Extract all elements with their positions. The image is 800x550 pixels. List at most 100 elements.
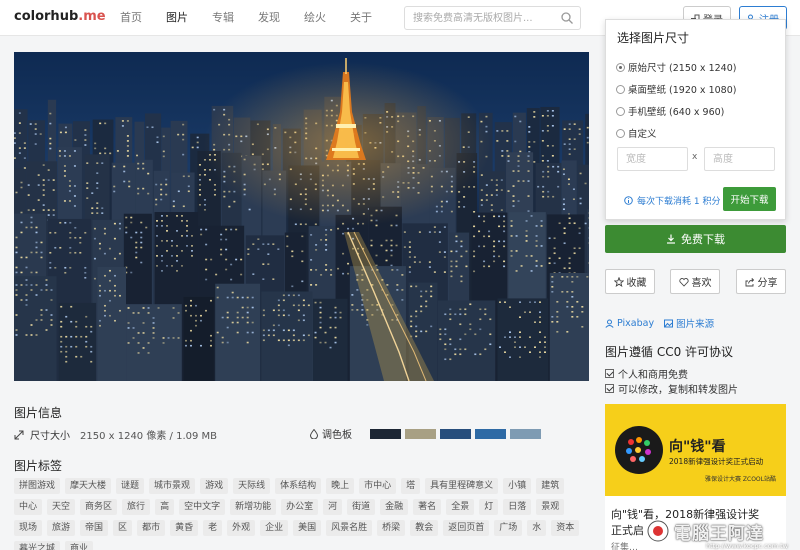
tag-item[interactable]: 体系结构 (275, 478, 322, 494)
nav-about[interactable]: 关于 (338, 0, 384, 36)
tag-item[interactable]: 塔 (401, 478, 421, 494)
author-link[interactable]: Pixabay (605, 316, 654, 330)
tag-item[interactable]: 黄昏 (170, 520, 199, 536)
tag-item[interactable]: 谜题 (116, 478, 145, 494)
radio-desktop[interactable] (616, 84, 625, 94)
search-input[interactable] (405, 7, 555, 29)
nav-albums[interactable]: 专辑 (200, 0, 246, 36)
tag-item[interactable]: 全景 (446, 499, 475, 515)
radio-custom[interactable] (616, 128, 625, 138)
palette-swatch[interactable] (440, 428, 471, 439)
size-option-mobile[interactable]: 手机壁纸 (640 x 960) (616, 104, 724, 118)
tag-item[interactable]: 天际线 (233, 478, 271, 494)
size-option-custom[interactable]: 自定义 (616, 126, 657, 140)
tag-item[interactable]: 金融 (380, 499, 409, 515)
width-input[interactable] (617, 147, 688, 171)
drop-icon (310, 428, 318, 439)
start-download-button[interactable]: 开始下载 (723, 187, 776, 211)
tag-item[interactable]: 返回页首 (443, 520, 490, 536)
dimension-separator: x (692, 152, 698, 162)
tag-item[interactable]: 摩天大楼 (65, 478, 112, 494)
tag-item[interactable]: 灯 (479, 499, 499, 515)
check-icon (605, 369, 614, 378)
tag-item[interactable]: 现场 (14, 520, 43, 536)
tag-item[interactable]: 企业 (260, 520, 289, 536)
credit-links: Pixabay 图片来源 (605, 316, 714, 330)
collect-button[interactable]: 收藏 (605, 269, 655, 294)
nav-images[interactable]: 图片 (154, 0, 200, 36)
tag-item[interactable]: 高 (155, 499, 175, 515)
tag-item[interactable]: 资本 (551, 520, 580, 536)
tags-title: 图片标签 (14, 459, 63, 473)
share-icon (745, 277, 754, 286)
tag-item[interactable]: 拼图游戏 (14, 478, 61, 494)
tag-item[interactable]: 广场 (494, 520, 523, 536)
tag-item[interactable]: 日落 (503, 499, 532, 515)
tag-item[interactable]: 风景名胜 (326, 520, 373, 536)
tag-item[interactable]: 著名 (413, 499, 442, 515)
tag-item[interactable]: 暮光之城 (14, 541, 61, 550)
info-icon (624, 196, 633, 205)
image-info-title: 图片信息 (14, 406, 63, 420)
tag-item[interactable]: 桥梁 (377, 520, 406, 536)
tag-item[interactable]: 河 (323, 499, 343, 515)
tag-item[interactable]: 市中心 (359, 478, 397, 494)
tag-item[interactable]: 都市 (137, 520, 166, 536)
radio-mobile[interactable] (616, 106, 625, 116)
main-photo[interactable] (14, 52, 589, 381)
size-option-desktop[interactable]: 桌面壁纸 (1920 x 1080) (616, 82, 736, 96)
tag-item[interactable]: 空中文字 (179, 499, 226, 515)
free-download-button[interactable]: 免费下载 (605, 225, 786, 253)
watermark-text: 電腦王阿達 (674, 523, 764, 544)
like-button[interactable]: 喜欢 (670, 269, 720, 294)
ad-slogan: 向"钱"看 (669, 439, 726, 455)
tag-item[interactable]: 游戏 (200, 478, 229, 494)
tag-item[interactable]: 区 (113, 520, 133, 536)
tag-item[interactable]: 帝国 (80, 520, 109, 536)
ad-logo-circle (615, 426, 663, 474)
tag-item[interactable]: 晚上 (326, 478, 355, 494)
nav-home[interactable]: 首页 (108, 0, 154, 36)
tag-item[interactable]: 美国 (293, 520, 322, 536)
tag-item[interactable]: 商务区 (80, 499, 118, 515)
tag-item[interactable]: 新增功能 (230, 499, 277, 515)
share-button[interactable]: 分享 (736, 269, 786, 294)
search-icon[interactable] (560, 11, 574, 25)
watermark-url: http://www.kocpc.com.tw (706, 542, 788, 550)
palette-swatch[interactable] (510, 428, 541, 439)
source-link[interactable]: 图片来源 (664, 316, 714, 330)
expand-icon (14, 430, 24, 439)
heart-icon (678, 277, 689, 287)
tag-item[interactable]: 具有里程碑意义 (425, 478, 499, 494)
tag-item[interactable]: 旅游 (47, 520, 76, 536)
tokyo-night-cityscape-image (14, 52, 589, 381)
tag-item[interactable]: 水 (527, 520, 547, 536)
ad-image: 向"钱"看 2018新律强设计奖正式启动 雅保设计大赛 ZCOOL站酷 (605, 404, 786, 496)
nav-discover[interactable]: 发现 (246, 0, 292, 36)
tag-item[interactable]: 城市景观 (149, 478, 196, 494)
palette-swatch[interactable] (405, 428, 436, 439)
palette-swatch[interactable] (475, 428, 506, 439)
tag-item[interactable]: 小镇 (503, 478, 532, 494)
tag-item[interactable]: 天空 (47, 499, 76, 515)
height-input[interactable] (704, 147, 775, 171)
tag-list: 拼图游戏 摩天大楼 谜题 城市景观 游戏 天际线 体系结构 晚上 市中心塔具有里程碑意义 小镇 建筑… (14, 478, 589, 550)
tag-item[interactable]: 商业 (65, 541, 94, 550)
tag-item[interactable]: 街道 (347, 499, 376, 515)
palette-label: 调色板 (322, 430, 352, 441)
size-option-original[interactable]: 原始尺寸 (2150 x 1240) (616, 60, 736, 74)
tag-item[interactable]: 教会 (410, 520, 439, 536)
tag-item[interactable]: 旅行 (122, 499, 151, 515)
tag-item[interactable]: 老 (203, 520, 223, 536)
nav-huihuo[interactable]: 绘火 (292, 0, 338, 36)
tag-item[interactable]: 办公室 (281, 499, 319, 515)
tag-item[interactable]: 外观 (227, 520, 256, 536)
site-logo[interactable]: colorhub.me (14, 9, 106, 24)
palette-swatch[interactable] (370, 428, 401, 439)
tag-item[interactable]: 中心 (14, 499, 43, 515)
ad-headline-cont: 正式启 (611, 524, 644, 537)
tag-item[interactable]: 建筑 (536, 478, 565, 494)
size-value: 2150 x 1240 像素 / 1.09 MB (80, 431, 218, 442)
radio-original[interactable] (616, 62, 625, 72)
tag-item[interactable]: 景观 (536, 499, 565, 515)
